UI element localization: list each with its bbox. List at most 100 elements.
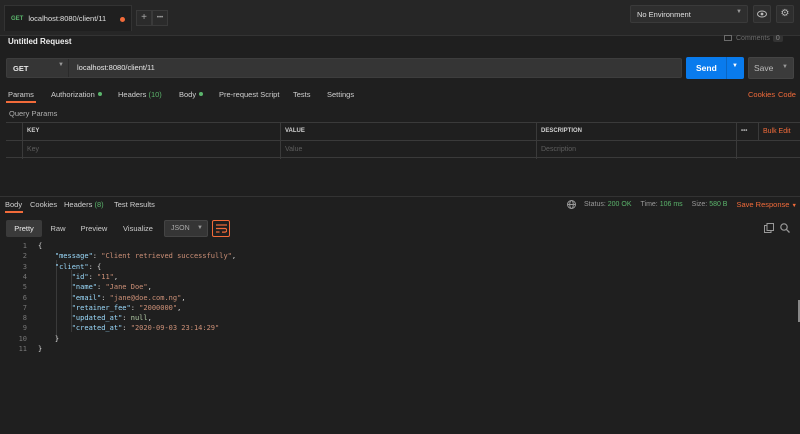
line-number: 2 [22,252,27,261]
save-label: Save [754,63,774,73]
description-header: DESCRIPTION [536,123,736,141]
tab-label: Test Results [114,200,155,209]
tab-count: (10) [148,90,162,99]
key-header: KEY [22,123,280,141]
send-divider [726,57,727,79]
chevron-down-icon: ▼ [736,9,742,15]
tab-label: Body [5,200,23,209]
response-tab-cookies[interactable]: Cookies [30,200,57,209]
code-link[interactable]: Code [778,90,796,99]
tab-label: Headers [64,200,93,209]
code-text: "id": "11", [71,272,119,281]
wrap-icon [216,224,227,233]
line-number: 8 [22,314,27,323]
query-params-heading: Query Params [9,109,58,118]
tab-settings[interactable]: Settings [327,90,354,99]
wrap-lines-button[interactable] [212,220,230,237]
raw-button[interactable]: Raw [44,220,72,237]
line-number: 7 [22,303,27,312]
line-number: 10 [18,334,27,343]
size-label: Size: [691,201,708,208]
line-number: 9 [22,324,27,333]
code-text: "email": "jane@doe.com.ng", [71,293,186,302]
tab-url: localhost:8080/client/11 [28,14,107,23]
save-response-label: Save Response [736,200,790,209]
size-value[interactable]: 580 B [709,201,727,208]
tab-label: Body [179,90,197,99]
search-icon[interactable] [780,223,790,235]
active-tab-indicator [6,101,36,103]
value-header: VALUE [280,123,536,141]
code-text: "updated_at": null, [71,314,152,323]
tab-label: Pre-request Script [219,90,280,99]
code-text: { [38,242,43,250]
code-text: } [38,345,43,353]
response-tab-test-results[interactable]: Test Results [114,200,155,209]
tab-pre-request-script[interactable]: Pre-request Script [219,90,279,99]
chevron-down-icon[interactable]: ▼ [782,64,788,70]
status-label: Status: [584,201,606,208]
globe-icon[interactable] [567,200,576,209]
environment-select[interactable]: No Environment ▼ [630,5,748,23]
tab-label: Params [8,90,34,99]
pretty-button[interactable]: Pretty [6,220,42,237]
section-divider [0,196,800,197]
response-tab-headers[interactable]: Headers (8) [64,200,104,209]
tab-params[interactable]: Params [8,90,34,99]
line-number: 4 [22,272,27,281]
status-value[interactable]: 200 OK [608,201,632,208]
tab-label: Headers [118,90,147,99]
tab-label: Authorization [51,90,95,99]
chevron-down-icon[interactable]: ▼ [732,63,738,69]
code-text: "name": "Jane Doe", [71,283,152,292]
line-number: 5 [22,283,27,292]
table-row: Key Value Description [6,141,800,159]
line-number: 11 [18,345,27,353]
save-button[interactable]: Save ▼ [748,57,794,79]
format-select[interactable]: JSON ▼ [164,220,208,237]
request-tab[interactable]: GET localhost:8080/client/11 [4,5,132,31]
status-dot-icon [97,92,102,96]
bulk-edit-link[interactable]: Bulk Edit [758,123,800,141]
key-input[interactable]: Key [22,141,280,159]
add-tab-button[interactable]: + [136,10,152,26]
chevron-down-icon: ▼ [58,62,64,68]
value-input[interactable]: Value [280,141,536,159]
response-tab-body[interactable]: Body [5,200,22,209]
send-label: Send [696,63,717,73]
code-text: } [38,334,60,343]
response-meta: Status: 200 OK Time: 106 ms Size: 580 B … [567,200,797,209]
comments-button[interactable]: Comments 0 [724,35,783,42]
environment-quick-look-button[interactable] [753,5,771,23]
tab-headers[interactable]: Headers (10) [118,90,162,99]
comments-count: 0 [772,35,783,42]
tab-authorization[interactable]: Authorization [51,90,102,99]
send-button[interactable]: Send ▼ [686,57,744,79]
tab-count: (8) [94,200,104,209]
unsaved-dot-icon [120,17,125,22]
tab-body[interactable]: Body [179,90,204,99]
request-title[interactable]: Untitled Request [8,37,72,46]
copy-icon[interactable] [764,223,774,235]
plus-icon: + [141,12,147,23]
tab-tests[interactable]: Tests [293,90,311,99]
cookies-link[interactable]: Cookies [748,90,775,99]
preview-button[interactable]: Preview [76,220,112,237]
tab-label: Settings [327,90,355,99]
tab-more-button[interactable]: ••• [152,10,168,26]
save-response-button[interactable]: Save Response ▼ [736,200,797,209]
url-input[interactable]: localhost:8080/client/11 [77,59,155,77]
eye-icon [757,10,767,18]
table-more-button[interactable]: ••• [736,123,758,141]
manage-environments-button[interactable]: ⚙ [776,5,794,23]
tab-label: Cookies [30,200,58,209]
url-bar: GET ▼ localhost:8080/client/11 [6,58,682,78]
environment-value: No Environment [637,9,691,19]
gear-icon: ⚙ [780,8,790,19]
code-text: "created_at": "2020-09-03 23:14:29" [71,324,220,333]
time-value[interactable]: 106 ms [660,201,683,208]
description-input[interactable]: Description [536,141,736,159]
method-select[interactable]: GET ▼ [7,59,69,77]
comments-label: Comments [736,35,770,42]
visualize-button[interactable]: Visualize [118,220,158,237]
